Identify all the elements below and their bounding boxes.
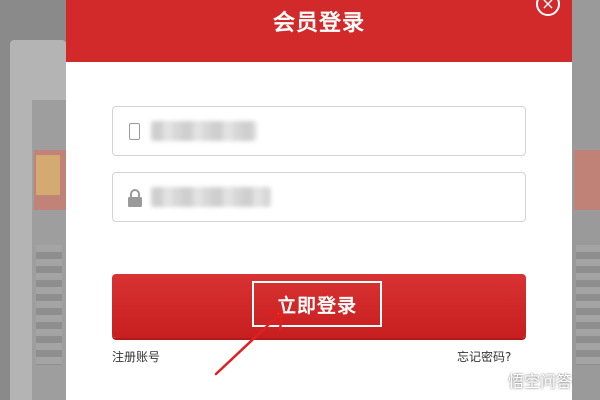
phone-input[interactable] [151, 107, 511, 155]
password-field[interactable] [112, 172, 526, 222]
background-list [36, 245, 62, 365]
register-link[interactable]: 注册账号 [112, 348, 160, 365]
background-image [36, 155, 60, 195]
lock-icon [128, 189, 142, 207]
password-input[interactable] [151, 173, 511, 221]
background-banner-right [574, 150, 600, 210]
background-list-right [576, 245, 600, 365]
phone-field[interactable] [112, 106, 526, 156]
chat-bubble-icon [479, 370, 503, 388]
forgot-password-link[interactable]: 忘记密码? [457, 348, 511, 365]
phone-icon [129, 123, 140, 140]
modal-header: 会员登录 [66, 0, 572, 62]
login-button[interactable]: 立即登录 [112, 274, 526, 338]
watermark: 悟空问答 [478, 368, 572, 392]
modal-title: 会员登录 [272, 11, 365, 36]
annotation-arrow-icon [214, 310, 284, 376]
watermark-text: 悟空问答 [508, 372, 573, 391]
